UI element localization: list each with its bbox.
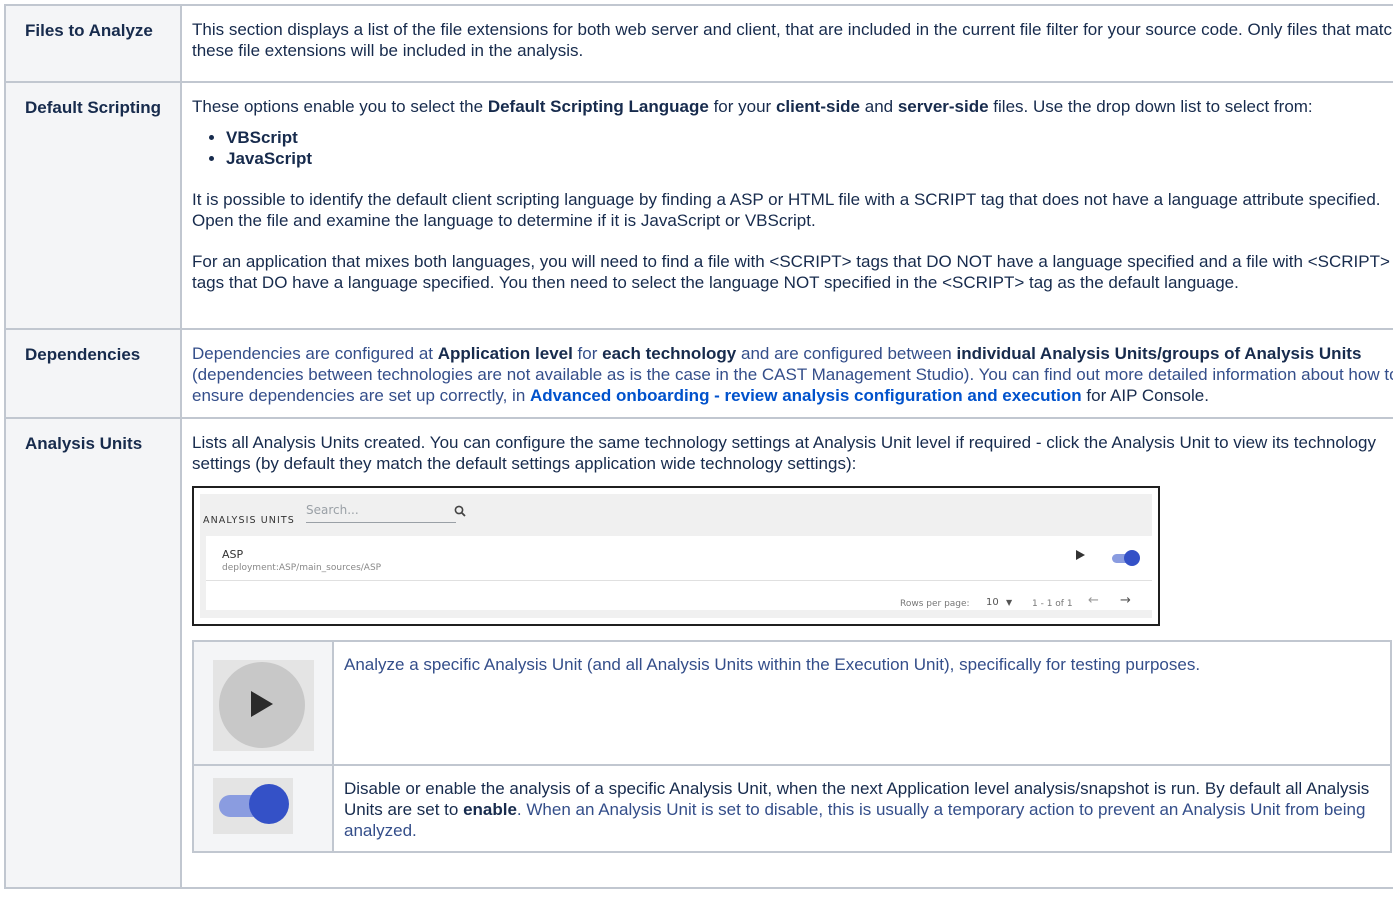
analysis-units-title: ANALYSIS UNITS [203,515,295,526]
text-span: for [572,344,603,363]
each-technology-term: each technology [602,344,737,363]
arrow-right-icon[interactable]: → [1120,590,1131,611]
heading-analysis-units: Analysis Units [4,417,182,889]
settings-table: Files to Analyze This section displays a… [4,4,1393,889]
rows-per-page-label: Rows per page: [900,599,970,609]
files-text: This section displays a list of the file… [192,20,1393,60]
text-span: Dependencies are configured at [192,344,438,363]
analysis-units-panel: ANALYSIS UNITS Search... ASP deployment:… [200,494,1152,618]
enable-term: enable [463,800,517,819]
option-javascript: JavaScript [226,148,1393,169]
heading-default-scripting: Default Scripting [4,81,182,330]
toggle-description: Disable or enable the analysis of a spec… [332,764,1392,853]
scripting-options-list: VBScript JavaScript [192,127,1393,169]
text-span: and are configured between [736,344,957,363]
toggle-knob [1124,550,1140,566]
scripting-para-identify: It is possible to identify the default c… [192,190,1381,230]
scripting-intro: These options enable you to select the D… [192,96,1393,117]
heading-dependencies: Dependencies [4,328,182,419]
play-triangle [251,691,273,717]
row-dependencies: Dependencies Dependencies are configured… [4,328,1393,419]
rows-per-page-select[interactable]: 10 [986,592,999,613]
server-side-term: server-side [897,97,989,116]
scripting-para-mixed: For an application that mixes both langu… [192,252,1390,292]
default-scripting-description: These options enable you to select the D… [180,81,1393,330]
play-description: Analyze a specific Analysis Unit (and al… [332,640,1392,766]
analysis-units-text: Lists all Analysis Units created. You ca… [192,433,1376,473]
icon-legend-table: Analyze a specific Analysis Unit (and al… [192,640,1392,853]
icon-cell-toggle [192,764,334,853]
list-item[interactable]: ASP deployment:ASP/main_sources/ASP [206,536,1152,581]
text-span: for your [708,97,776,116]
unit-path: deployment:ASP/main_sources/ASP [222,563,382,573]
text-span: These options enable you to select the [192,97,488,116]
row-files-to-analyze: Files to Analyze This section displays a… [4,4,1393,83]
advanced-onboarding-link[interactable]: Advanced onboarding - review analysis co… [530,386,1082,405]
analysis-units-screenshot: ANALYSIS UNITS Search... ASP deployment:… [192,486,1160,626]
arrow-left-icon[interactable]: ← [1088,590,1099,611]
text-span: for AIP Console. [1081,386,1209,405]
individual-analysis-units-term: individual Analysis Units/groups of Anal… [956,344,1362,363]
text-span: files. Use the drop down list to select … [988,97,1313,116]
play-icon[interactable] [1076,550,1085,560]
icon-row-play: Analyze a specific Analysis Unit (and al… [192,640,1392,766]
enable-toggle[interactable] [1110,549,1140,567]
play-icon [213,660,314,751]
search-icon[interactable] [454,505,466,517]
caret-down-icon[interactable]: ▼ [1006,592,1012,613]
pagination-bar: Rows per page: 10 ▼ 1 - 1 of 1 ← → [206,580,1152,614]
heading-files-to-analyze: Files to Analyze [4,4,182,83]
analysis-units-list: ASP deployment:ASP/main_sources/ASP Rows… [206,536,1152,610]
row-default-scripting: Default Scripting These options enable y… [4,81,1393,330]
icon-cell-play [192,640,334,766]
row-analysis-units: Analysis Units Lists all Analysis Units … [4,417,1393,889]
client-side-term: client-side [775,97,861,116]
text-span: and [860,97,898,116]
documentation-page: Files to Analyze This section displays a… [0,0,1393,897]
files-to-analyze-description: This section displays a list of the file… [180,4,1393,83]
dependencies-description: Dependencies are configured at Applicati… [180,328,1393,419]
option-vbscript: VBScript [226,127,1393,148]
analysis-units-description: Lists all Analysis Units created. You ca… [180,417,1393,889]
default-scripting-language-term: Default Scripting Language [487,97,709,116]
toggle-knob [249,784,289,824]
page-range: 1 - 1 of 1 [1032,599,1073,609]
dependencies-text: Dependencies are configured at Applicati… [192,343,1393,406]
icon-row-toggle: Disable or enable the analysis of a spec… [192,764,1392,853]
toggle-icon [213,778,293,834]
application-level-term: Application level [437,344,573,363]
search-input[interactable]: Search... [306,498,456,523]
